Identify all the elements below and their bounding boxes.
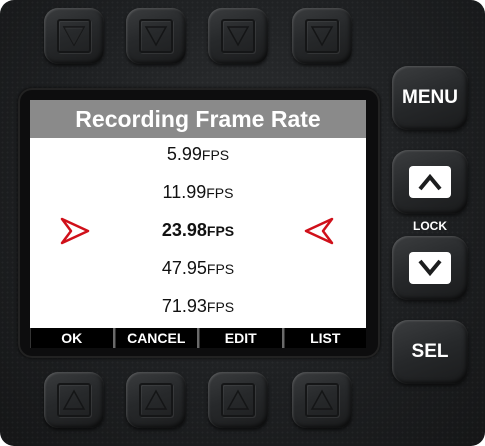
fps-value: 23.98 bbox=[161, 220, 207, 240]
menu-button[interactable]: MENU bbox=[392, 66, 468, 130]
down-triangle-icon bbox=[305, 19, 339, 53]
fps-unit: FPS bbox=[206, 299, 235, 315]
softkey-list[interactable]: LIST bbox=[283, 328, 367, 348]
control-panel: Recording Frame Rate 5.99 FPS 11.99 FPS 23… bbox=[0, 0, 485, 446]
down-arrow-icon bbox=[409, 252, 451, 284]
softkey-cancel[interactable]: CANCEL bbox=[114, 328, 199, 348]
fps-unit: FPS bbox=[206, 185, 234, 201]
softkey-edit[interactable]: EDIT bbox=[199, 328, 284, 348]
up-triangle-icon bbox=[139, 383, 173, 417]
up-triangle-icon bbox=[305, 383, 339, 417]
lock-label: LOCK bbox=[413, 219, 447, 233]
down-triangle-icon bbox=[221, 19, 255, 53]
bottom-softkey-2[interactable] bbox=[126, 372, 186, 428]
up-button[interactable] bbox=[392, 150, 468, 214]
sel-button[interactable]: SEL bbox=[392, 320, 468, 384]
fps-value: 71.93 bbox=[161, 296, 207, 316]
down-triangle-icon bbox=[139, 19, 173, 53]
up-triangle-icon bbox=[221, 383, 255, 417]
fps-unit: FPS bbox=[206, 261, 235, 277]
screen-title: Recording Frame Rate bbox=[30, 100, 366, 138]
down-triangle-icon bbox=[57, 19, 91, 53]
softkey-ok[interactable]: OK bbox=[30, 328, 115, 348]
fps-option[interactable]: 71.93 FPS bbox=[30, 296, 366, 326]
softkey-bar: OK CANCEL EDIT LIST bbox=[30, 328, 366, 348]
fps-value: 47.95 bbox=[161, 258, 207, 278]
bottom-softkey-4[interactable] bbox=[292, 372, 352, 428]
fps-unit: FPS bbox=[201, 147, 230, 163]
top-softkey-2[interactable] bbox=[126, 8, 186, 64]
top-softkey-3[interactable] bbox=[208, 8, 268, 64]
fps-unit: FPS bbox=[206, 223, 235, 239]
selection-arrow-left-icon bbox=[304, 217, 334, 250]
lcd-screen: Recording Frame Rate 5.99 FPS 11.99 FPS 23… bbox=[30, 100, 366, 348]
fps-value: 11.99 bbox=[162, 182, 207, 202]
top-softkey-4[interactable] bbox=[292, 8, 352, 64]
fps-option[interactable]: 11.99 FPS bbox=[30, 182, 366, 212]
selection-arrow-right-icon bbox=[60, 217, 90, 250]
fps-value: 5.99 bbox=[166, 144, 202, 164]
down-button[interactable] bbox=[392, 236, 468, 300]
bottom-softkey-1[interactable] bbox=[44, 372, 104, 428]
fps-option[interactable]: 5.99 FPS bbox=[30, 144, 366, 174]
top-softkey-1[interactable] bbox=[44, 8, 104, 64]
up-arrow-icon bbox=[409, 166, 451, 198]
up-triangle-icon bbox=[57, 383, 91, 417]
fps-option[interactable]: 47.95 FPS bbox=[30, 258, 366, 288]
bottom-softkey-3[interactable] bbox=[208, 372, 268, 428]
